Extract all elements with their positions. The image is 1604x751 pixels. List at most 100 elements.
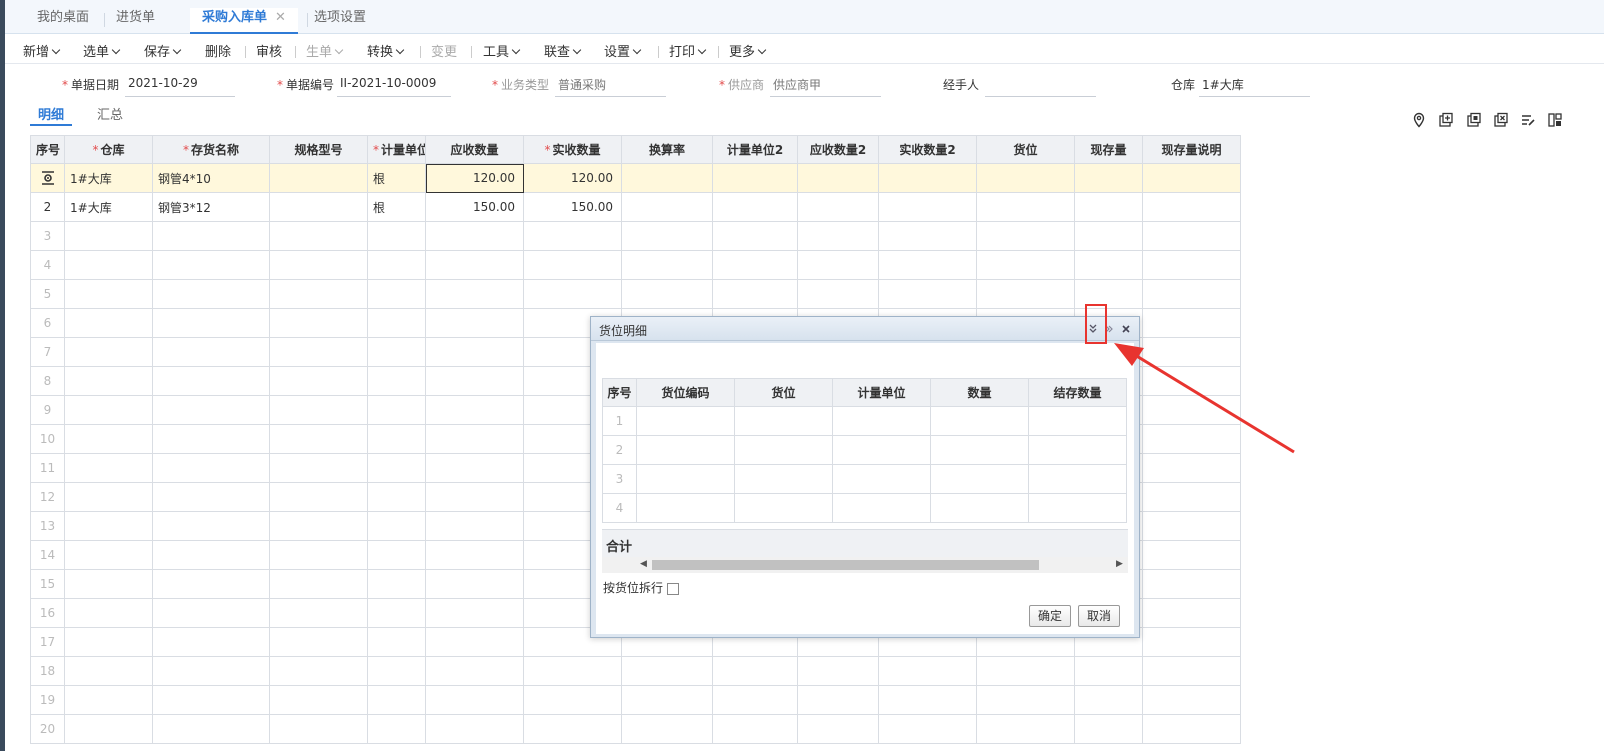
grid-cell[interactable] (976, 656, 1075, 686)
grid-cell[interactable] (1142, 598, 1241, 628)
table-row[interactable]: 4 (30, 250, 1241, 280)
grid-cell[interactable] (976, 221, 1075, 251)
grid-cell[interactable] (152, 221, 270, 251)
tab-detail[interactable]: 明细 (30, 104, 73, 126)
grid-cell[interactable] (1142, 221, 1241, 251)
grid-cell[interactable]: 根 (367, 163, 426, 193)
grid-cell[interactable] (152, 308, 270, 338)
grid-cell[interactable] (269, 453, 368, 483)
grid-cell[interactable] (976, 685, 1075, 715)
grid-cell[interactable] (878, 656, 977, 686)
grid-cell[interactable] (367, 511, 426, 541)
cancel-button[interactable]: 取消 (1078, 605, 1121, 627)
grid-cell[interactable] (621, 656, 713, 686)
column-header[interactable]: * 存货名称 (152, 135, 270, 164)
table-row[interactable]: 1#大库 钢管4*10 根 120.00 120.00 (30, 163, 1241, 193)
grid-cell[interactable] (269, 424, 368, 454)
grid-cell[interactable] (1074, 685, 1143, 715)
grid-cell[interactable] (930, 493, 1029, 523)
grid-cell[interactable] (269, 163, 368, 193)
grid-cell[interactable] (64, 337, 153, 367)
grid-cell[interactable] (269, 337, 368, 367)
column-header[interactable]: 货位 (734, 378, 833, 407)
grid-cell[interactable] (976, 192, 1075, 222)
grid-cell[interactable] (269, 540, 368, 570)
grid-cell[interactable] (878, 685, 977, 715)
grid-cell[interactable] (976, 279, 1075, 309)
column-header[interactable]: 货位 (976, 135, 1075, 164)
grid-cell[interactable] (797, 221, 879, 251)
grid-cell[interactable] (367, 366, 426, 396)
grid-cell[interactable] (152, 656, 270, 686)
grid-cell[interactable] (152, 598, 270, 628)
grid-cell[interactable] (64, 627, 153, 657)
grid-cell[interactable] (797, 656, 879, 686)
audit-button[interactable]: 审核 (256, 41, 282, 60)
table-row[interactable]: 1 (602, 406, 1127, 436)
column-header[interactable]: * 仓库 (64, 135, 153, 164)
grid-cell[interactable] (1074, 221, 1143, 251)
grid-cell[interactable] (1028, 493, 1127, 523)
grid-cell[interactable] (367, 250, 426, 280)
grid-cell[interactable] (64, 250, 153, 280)
grid-cell[interactable] (425, 279, 524, 309)
grid-cell[interactable] (1074, 192, 1143, 222)
grid-cell[interactable] (523, 279, 622, 309)
grid-cell[interactable] (64, 279, 153, 309)
grid-cell[interactable] (621, 279, 713, 309)
grid-cell[interactable] (425, 366, 524, 396)
grid-cell[interactable] (367, 714, 426, 744)
grid-cell[interactable] (523, 685, 622, 715)
doc-number-input[interactable]: II-2021-10-0009 (337, 76, 451, 97)
grid-cell[interactable] (1074, 163, 1143, 193)
grid-cell[interactable] (425, 424, 524, 454)
grid-cell[interactable] (367, 685, 426, 715)
grid-cell[interactable] (425, 221, 524, 251)
grid-cell[interactable] (1142, 279, 1241, 309)
grid-cell[interactable] (425, 308, 524, 338)
save-menu-button[interactable]: 保存 (144, 41, 182, 60)
generate-menu-button[interactable]: 生单 (306, 41, 344, 60)
grid-cell[interactable] (269, 511, 368, 541)
grid-cell[interactable] (523, 656, 622, 686)
grid-cell[interactable] (269, 482, 368, 512)
grid-cell[interactable] (152, 279, 270, 309)
grid-cell[interactable] (797, 163, 879, 193)
grid-cell[interactable] (523, 714, 622, 744)
grid-cell[interactable] (712, 279, 798, 309)
grid-cell[interactable] (712, 163, 798, 193)
grid-cell[interactable] (269, 685, 368, 715)
tools-menu-button[interactable]: 工具 (483, 41, 521, 60)
grid-cell[interactable] (636, 435, 735, 465)
grid-cell[interactable] (797, 279, 879, 309)
dialog-header[interactable]: 货位明细 (591, 317, 1139, 341)
more-menu-button[interactable]: 更多 (729, 41, 767, 60)
link-query-menu-button[interactable]: 联查 (544, 41, 582, 60)
grid-cell[interactable] (367, 482, 426, 512)
grid-cell[interactable] (64, 221, 153, 251)
column-header[interactable]: 换算率 (621, 135, 713, 164)
grid-cell[interactable] (152, 424, 270, 454)
grid-cell[interactable] (878, 250, 977, 280)
grid-cell[interactable] (64, 366, 153, 396)
grid-cell[interactable] (64, 482, 153, 512)
grid-cell[interactable] (367, 598, 426, 628)
grid-cell[interactable] (425, 250, 524, 280)
close-icon[interactable] (1121, 324, 1131, 334)
grid-cell[interactable]: 1#大库 (64, 192, 153, 222)
print-menu-button[interactable]: 打印 (669, 41, 707, 60)
grid-cell[interactable] (152, 511, 270, 541)
grid-cell[interactable] (712, 221, 798, 251)
grid-cell[interactable] (152, 569, 270, 599)
grid-cell[interactable] (367, 221, 426, 251)
grid-cell[interactable] (425, 453, 524, 483)
grid-cell[interactable] (1142, 714, 1241, 744)
grid-cell[interactable] (425, 656, 524, 686)
delete-button[interactable]: 删除 (205, 41, 231, 60)
grid-cell[interactable] (269, 598, 368, 628)
grid-cell[interactable] (269, 656, 368, 686)
grid-cell[interactable]: 150.00 (523, 192, 622, 222)
table-row[interactable]: 2 1#大库 钢管3*12 根 150.00 150.00 (30, 192, 1241, 222)
grid-cell[interactable] (269, 395, 368, 425)
column-header[interactable]: 货位编码 (636, 378, 735, 407)
